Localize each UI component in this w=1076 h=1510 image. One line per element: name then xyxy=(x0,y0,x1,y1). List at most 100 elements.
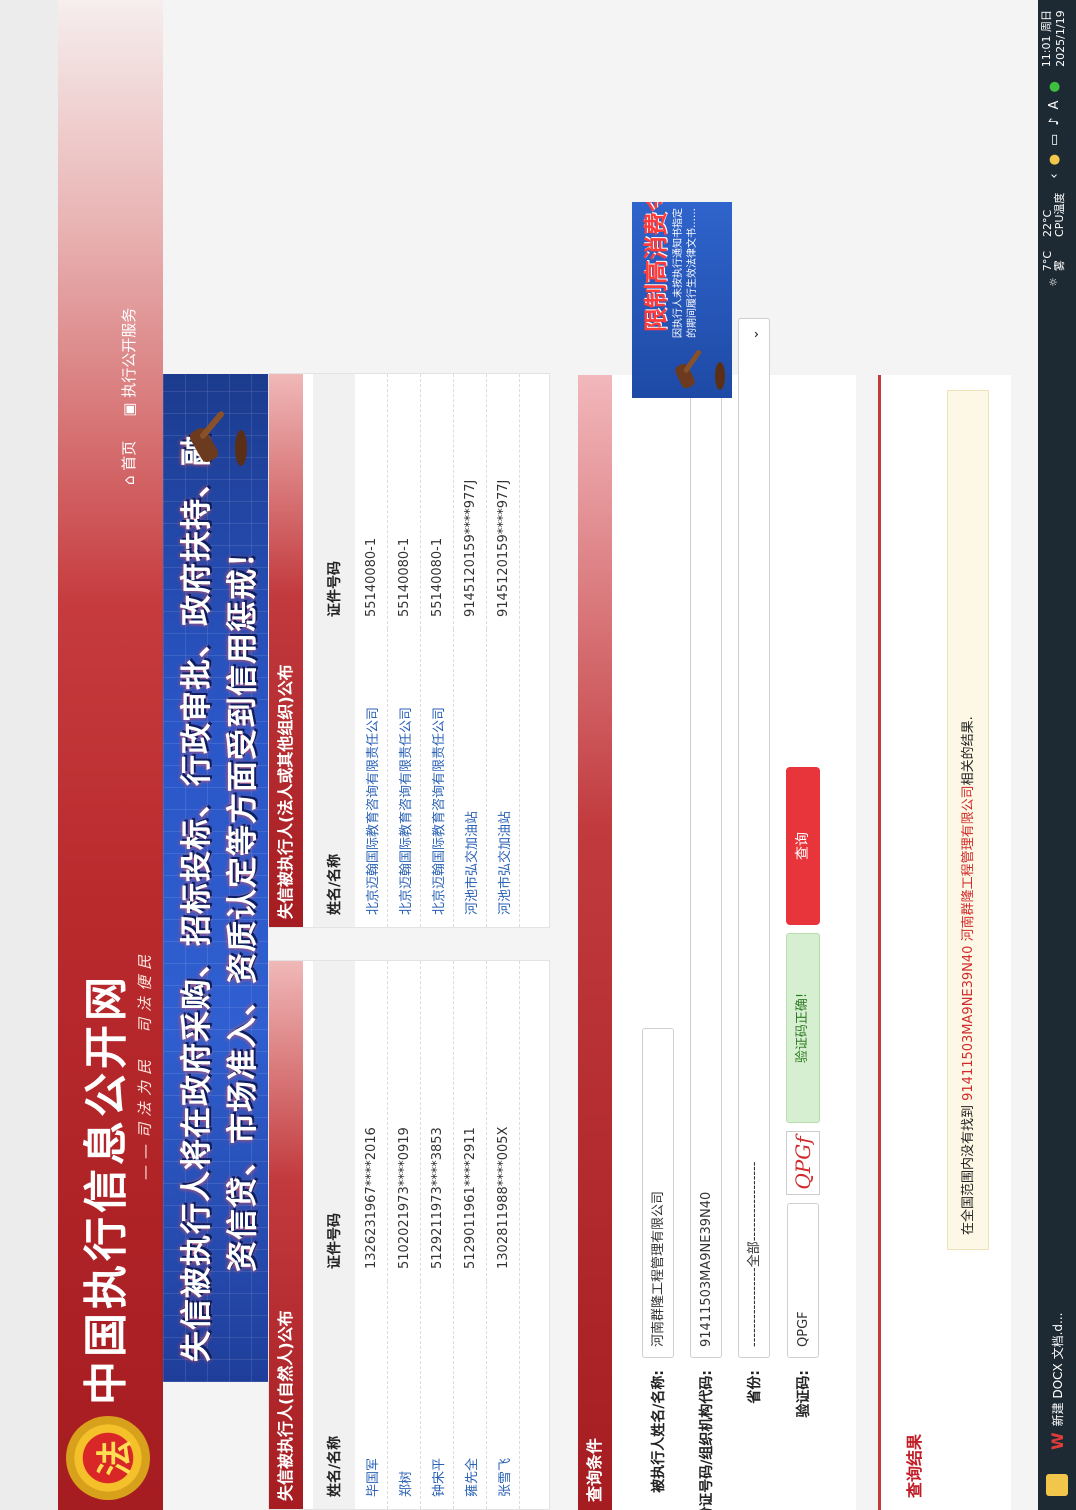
row-id: 5102021973****0919 xyxy=(387,961,421,1281)
row-id: 5129211973****3853 xyxy=(420,961,454,1281)
wps-icon: W xyxy=(1048,1432,1067,1450)
captcha-image[interactable]: QPGf xyxy=(786,1131,820,1195)
person-table: 姓名/名称 证件号码 毕国军 1326231967****2016 郑树 51020… xyxy=(313,961,520,1509)
chevron-down-icon: ⌄ xyxy=(747,329,762,340)
id-input[interactable]: 91411503MA9NE39N40 xyxy=(690,318,722,1358)
name-input[interactable]: 河南群隆工程管理有限公司 xyxy=(642,1028,674,1358)
captcha-label: 验证码: xyxy=(796,1370,812,1418)
query-section-title: 查询条件 xyxy=(578,375,612,1510)
clock-time: 11:01 周日 xyxy=(1040,10,1053,68)
taskbar-app[interactable]: W 新建 DOCX 文档.d... xyxy=(1048,1313,1067,1450)
table-row[interactable]: 张雪飞 1302811988****005X xyxy=(486,961,520,1509)
taskbar-app-label: 新建 DOCX 文档.d... xyxy=(1051,1312,1065,1427)
security-icon[interactable]: ● xyxy=(1047,81,1062,92)
sun-icon: ☼ xyxy=(1047,277,1060,288)
speaker-icon[interactable]: ♪ xyxy=(1047,117,1062,125)
monitor-icon[interactable]: ▭ xyxy=(1047,134,1062,146)
org-list-title: 失信被执行人(法人或其他组织)公布 xyxy=(269,374,303,927)
table-header: 姓名/名称 证件号码 xyxy=(313,374,355,927)
row-name[interactable]: 雍先全 xyxy=(453,1281,487,1509)
table-row[interactable]: 北京迈翰国际教育咨询有限责任公司 55140080-1 xyxy=(355,374,388,927)
row-name[interactable]: 北京迈翰国际教育咨询有限责任公司 xyxy=(355,629,388,927)
table-row[interactable]: 北京迈翰国际教育咨询有限责任公司 55140080-1 xyxy=(387,374,421,927)
row-name[interactable]: 钟宋平 xyxy=(420,1281,454,1509)
result-suffix: 相关的结果. xyxy=(961,716,976,786)
site-header: 法 中国执行信息公开网 ——司法为民 司法便民 ⌂ 首页 ▣ 执行公开服务 xyxy=(58,0,163,1510)
result-prefix: 在全国范围内没有找到 xyxy=(961,1100,976,1235)
clock[interactable]: 11:01 周日 2025/1/19 xyxy=(1040,10,1068,67)
site-slogan: ——司法为民 司法便民 xyxy=(136,948,154,1180)
table-row[interactable]: 郑树 5102021973****0919 xyxy=(387,961,421,1509)
col-name: 姓名/名称 xyxy=(313,1281,355,1509)
col-id: 证件号码 xyxy=(313,961,355,1281)
gavel-icon xyxy=(675,349,725,390)
table-header: 姓名/名称 证件号码 xyxy=(313,961,355,1509)
site-title: 中国执行信息公开网 xyxy=(81,973,132,1405)
app-tray-icon[interactable]: ● xyxy=(1047,154,1062,165)
cpu-temp-widget[interactable]: 22°C CPU温度 xyxy=(1041,192,1066,237)
org-list-card: 失信被执行人(法人或其他组织)公布 姓名/名称 证件号码 北京迈翰国际教育咨询有… xyxy=(268,373,550,928)
row-id: 55140080-1 xyxy=(355,374,388,629)
chevron-up-icon[interactable]: ‹ xyxy=(1047,173,1062,178)
row-name[interactable]: 北京迈翰国际教育咨询有限责任公司 xyxy=(420,629,454,927)
province-select[interactable]: -----------------全部----------------- ⌄ xyxy=(738,318,770,1358)
captcha-row: 验证码: QPGF QPGf 验证码正确! 查询 xyxy=(786,767,820,1510)
province-value: -----------------全部----------------- xyxy=(747,1161,762,1348)
captcha-ok-badge: 验证码正确! xyxy=(786,933,820,1123)
browser-top-strip xyxy=(0,0,58,1510)
ime-icon[interactable]: A xyxy=(1047,101,1062,110)
row-name[interactable]: 河池市弘交加油站 xyxy=(453,629,487,927)
table-row[interactable]: 河池市弘交加油站 9145120159****977J xyxy=(486,374,520,927)
row-name[interactable]: 北京迈翰国际教育咨询有限责任公司 xyxy=(387,629,421,927)
table-row[interactable]: 毕国军 1326231967****2016 xyxy=(355,961,388,1509)
row-id: 1302811988****005X xyxy=(486,961,520,1281)
result-section: 查询结果 在全国范围内没有找到 91411503MA9NE39N40 河南群隆工… xyxy=(878,375,1011,1510)
query-form: 被执行人姓名/名称: 河南群隆工程管理有限公司 身份证号码/组织机构代码: 91… xyxy=(612,318,856,1510)
weather-widget[interactable]: ☼ 7°C 雾 xyxy=(1041,251,1066,288)
banner-line-1: 失信被执行人将在政府采购、招标投标、行政审批、政府扶持、融 xyxy=(179,434,215,1362)
row-name[interactable]: 河池市弘交加油站 xyxy=(486,629,520,927)
captcha-input[interactable]: QPGF xyxy=(787,1203,819,1358)
gavel-icon xyxy=(189,411,247,466)
row-id: 55140080-1 xyxy=(420,374,454,629)
cpu-label: CPU温度 xyxy=(1053,192,1066,237)
browser-page: 法 中国执行信息公开网 ——司法为民 司法便民 ⌂ 首页 ▣ 执行公开服务 失信… xyxy=(0,0,1076,1510)
row-id: 9145120159****977J xyxy=(486,374,520,629)
nav-service-label: 执行公开服务 xyxy=(120,307,138,398)
promo-banner: 失信被执行人将在政府采购、招标投标、行政审批、政府扶持、融 资信贷、市场准入、资… xyxy=(163,374,268,1382)
table-row[interactable]: 河池市弘交加油站 9145120159****977J xyxy=(453,374,487,927)
row-name[interactable]: 张雪飞 xyxy=(486,1281,520,1509)
row-name[interactable]: 毕国军 xyxy=(355,1281,388,1509)
person-list-title: 失信被执行人(自然人)公布 xyxy=(269,961,303,1509)
row-id: 5129011961****2911 xyxy=(453,961,487,1281)
tray-icons: ‹ ● ▭ ♪ A ● xyxy=(1047,81,1062,178)
ad-title: 限制高消费令 xyxy=(642,202,670,332)
org-table: 姓名/名称 证件号码 北京迈翰国际教育咨询有限责任公司 55140080-1 北京… xyxy=(313,374,520,927)
id-label: 身份证号码/组织机构代码: xyxy=(699,1370,715,1510)
row-name[interactable]: 郑树 xyxy=(387,1281,421,1509)
top-nav: ⌂ 首页 ▣ 执行公开服务 xyxy=(118,308,139,485)
table-row[interactable]: 钟宋平 5129211973****3853 xyxy=(420,961,454,1509)
name-label: 被执行人姓名/名称: xyxy=(651,1370,667,1493)
file-explorer-icon[interactable] xyxy=(1046,1474,1068,1496)
row-id: 1326231967****2016 xyxy=(355,961,388,1281)
nav-home[interactable]: ⌂ 首页 xyxy=(118,441,139,485)
col-id: 证件号码 xyxy=(313,374,355,629)
taskbar: W 新建 DOCX 文档.d... ☼ 7°C 雾 22°C CPU温度 ‹ ● ▭… xyxy=(1038,0,1076,1510)
table-row[interactable]: 雍先全 5129011961****2911 xyxy=(453,961,487,1509)
province-label: 省份: xyxy=(747,1370,763,1404)
nav-service[interactable]: ▣ 执行公开服务 xyxy=(118,308,139,417)
clock-date: 2025/1/19 xyxy=(1054,10,1067,67)
court-emblem-icon: 法 xyxy=(66,1416,150,1500)
system-tray: ☼ 7°C 雾 22°C CPU温度 ‹ ● ▭ ♪ A ● 11:01 周日 20… xyxy=(1040,10,1068,287)
banner-line-2: 资信贷、市场准入、资质认定等方面受到信用惩戒！ xyxy=(225,536,261,1272)
ad-banner[interactable]: 限制高消费令 因执行人未按执行通知书指定的期间履行生效法律文书…… xyxy=(632,202,732,398)
result-message: 在全国范围内没有找到 91411503MA9NE39N40 河南群隆工程管理有限… xyxy=(947,390,989,1250)
ad-text: 因执行人未按执行通知书指定的期间履行生效法律文书…… xyxy=(673,208,698,338)
result-title: 查询结果 xyxy=(905,1433,924,1498)
province-row: 省份: -----------------全部-----------------… xyxy=(738,318,770,1510)
search-button[interactable]: 查询 xyxy=(786,767,820,925)
person-list-card: 失信被执行人(自然人)公布 姓名/名称 证件号码 毕国军 1326231967**… xyxy=(268,960,550,1510)
table-row[interactable]: 北京迈翰国际教育咨询有限责任公司 55140080-1 xyxy=(420,374,454,927)
col-name: 姓名/名称 xyxy=(313,629,355,927)
